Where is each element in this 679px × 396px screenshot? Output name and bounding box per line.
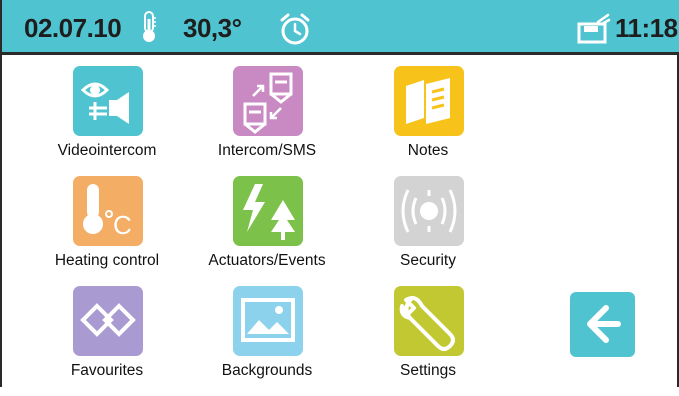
security-tile[interactable]: Security [348,176,508,286]
date-display: 02.07.10 [24,13,122,43]
heating-control-tile[interactable]: C Heating control [27,176,187,286]
alarm-icon [394,176,464,246]
thermometer-icon: C [73,176,143,246]
videointercom-icon [73,66,143,136]
notes-tile[interactable]: Notes [348,66,508,176]
favourites-tile[interactable]: Favourites [27,286,187,396]
security-label: Security [400,252,456,269]
settings-tile[interactable]: Settings [348,286,508,396]
message-box-icon[interactable] [576,12,612,51]
videointercom-label: Videointercom [57,142,157,159]
intercom-sms-label: Intercom/SMS [217,142,317,159]
actuators-events-label: Actuators/Events [208,252,326,269]
time-display: 11:18 [615,13,678,43]
notes-icon [394,66,464,136]
arrow-left-icon [587,305,621,343]
favourites-icon [73,286,143,356]
wrench-icon [394,286,464,356]
status-bar: 02.07.10 30,3° 11:18 [0,0,679,55]
videointercom-tile[interactable]: Videointercom [27,66,187,176]
actuators-icon [233,176,303,246]
backgrounds-label: Backgrounds [221,362,313,379]
temperature-display: 30,3° [183,13,242,43]
backgrounds-tile[interactable]: Backgrounds [187,286,347,396]
svg-text:C: C [113,210,132,240]
settings-label: Settings [399,362,456,379]
notes-label: Notes [407,142,449,159]
image-icon [233,286,303,356]
timer-icon[interactable] [278,12,312,51]
heating-control-label: Heating control [54,252,160,269]
intercom-sms-tile[interactable]: Intercom/SMS [187,66,347,176]
intercom-sms-icon [233,66,303,136]
back-button[interactable] [570,292,635,357]
thermometer-icon [138,10,160,49]
favourites-label: Favourites [70,362,144,379]
actuators-events-tile[interactable]: Actuators/Events [187,176,347,286]
